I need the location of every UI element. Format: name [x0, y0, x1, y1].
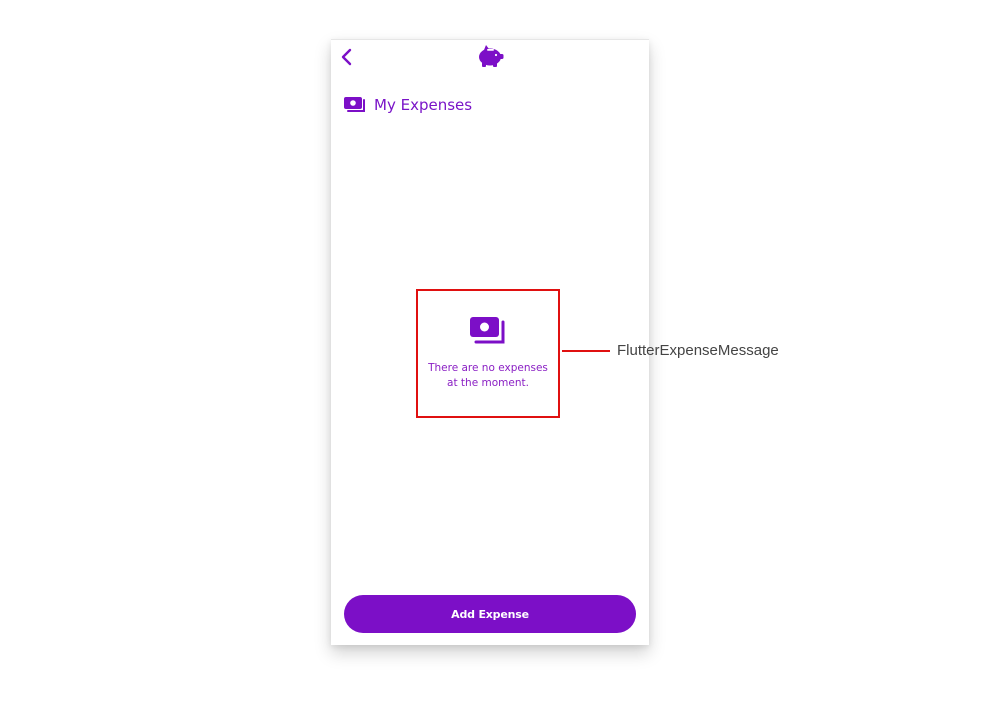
canvas: My Expenses There are no expenses at the… [0, 0, 987, 703]
chevron-left-icon [341, 48, 352, 66]
annotation-callout-line [562, 350, 610, 352]
back-button[interactable] [339, 46, 355, 68]
piggy-bank-icon [479, 45, 504, 67]
page-title: My Expenses [374, 96, 473, 114]
app-logo [476, 44, 504, 68]
annotation-label: FlutterExpenseMessage [617, 342, 779, 359]
section-header: My Expenses [344, 94, 472, 116]
annotation-highlight-box [416, 289, 560, 418]
money-bills-icon [344, 97, 365, 112]
add-expense-button[interactable]: Add Expense [344, 595, 636, 633]
